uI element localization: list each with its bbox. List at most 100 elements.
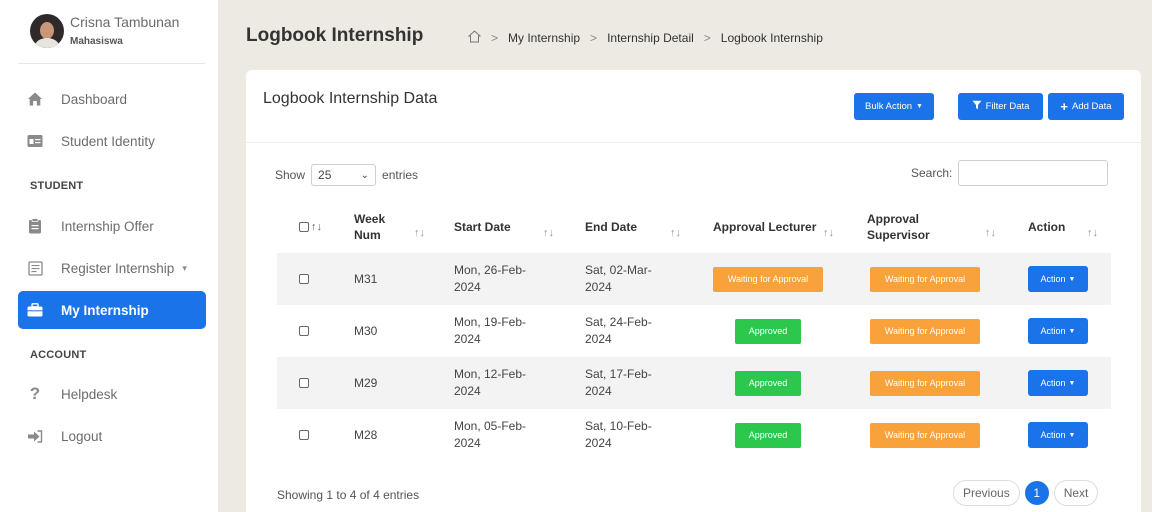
sidebar-item-label: Dashboard xyxy=(61,91,128,107)
previous-page-button[interactable]: Previous xyxy=(953,480,1020,506)
column-header-week-num[interactable]: Week Num xyxy=(354,200,385,253)
sidebar-item-logout[interactable]: Logout xyxy=(18,417,206,455)
table-row: M29 Mon, 12-Feb- 2024 Sat, 17-Feb- 2024 Ap… xyxy=(277,357,1111,409)
logbook-card: Logbook Internship Data Bulk Action ▼ Fi… xyxy=(246,70,1141,512)
breadcrumb-separator: > xyxy=(590,31,598,45)
row-checkbox[interactable] xyxy=(299,378,309,388)
breadcrumb-item[interactable]: My Internship xyxy=(508,31,580,45)
entries-length-control: Show 25 ⌄ entries xyxy=(275,164,418,186)
table-row: M31 Mon, 26-Feb- 2024 Sat, 02-Mar- 2024 Wa… xyxy=(277,253,1111,305)
sort-icon: ↑↓ xyxy=(414,227,425,239)
bulk-action-button[interactable]: Bulk Action ▼ xyxy=(854,93,934,120)
section-label-student: STUDENT xyxy=(30,180,84,192)
date-text: 2024 xyxy=(585,436,612,450)
end-date-cell: Sat, 17-Feb- 2024 xyxy=(585,357,652,409)
table-row: M30 Mon, 19-Feb- 2024 Sat, 24-Feb- 2024 Ap… xyxy=(277,305,1111,357)
status-badge: Approved xyxy=(735,422,801,448)
page-title: Logbook Internship xyxy=(246,25,424,46)
next-page-button[interactable]: Next xyxy=(1053,480,1099,506)
breadcrumb-item[interactable]: Internship Detail xyxy=(607,31,694,45)
sort-icon: ↑↓ xyxy=(985,227,996,239)
sidebar-item-label: Internship Offer xyxy=(61,218,154,234)
plus-icon: + xyxy=(1060,99,1068,114)
chevron-down-icon: ⌄ xyxy=(360,169,370,181)
status-badge: Waiting for Approval xyxy=(713,266,823,292)
end-date-cell: Sat, 24-Feb- 2024 xyxy=(585,305,652,357)
page-button-current[interactable]: 1 xyxy=(1024,481,1049,505)
logbook-table: ↑↓ Week Num ↑↓ Start Date ↑↓ End Date ↑↓… xyxy=(277,200,1111,461)
header-label: Num xyxy=(354,227,381,242)
sidebar-item-helpdesk[interactable]: ? Helpdesk xyxy=(18,375,206,413)
date-text: Sat, 24-Feb- xyxy=(585,315,652,329)
sidebar: Crisna Tambunan Mahasiswa Dashboard Stud… xyxy=(0,0,218,512)
select-all-checkbox-header[interactable]: ↑↓ xyxy=(299,200,322,253)
row-action-button[interactable]: Action ▼ xyxy=(1028,422,1088,448)
divider xyxy=(18,63,205,64)
home-icon[interactable] xyxy=(467,30,482,46)
form-icon xyxy=(26,259,44,277)
breadcrumb-separator: > xyxy=(703,31,711,45)
breadcrumb-separator: > xyxy=(491,31,499,45)
row-action-button[interactable]: Action ▼ xyxy=(1028,266,1088,292)
column-header-approval-supervisor[interactable]: Approval Supervisor xyxy=(867,200,930,253)
date-text: Sat, 10-Feb- xyxy=(585,419,652,433)
row-action-button[interactable]: Action ▼ xyxy=(1028,318,1088,344)
entries-label: entries xyxy=(382,168,419,182)
pagination: Previous 1 Next xyxy=(953,480,1099,506)
status-badge: Waiting for Approval xyxy=(870,266,980,292)
row-checkbox[interactable] xyxy=(299,274,309,284)
select-all-checkbox[interactable] xyxy=(299,221,309,232)
sidebar-item-student-identity[interactable]: Student Identity xyxy=(18,122,206,160)
start-date-cell: Mon, 05-Feb- 2024 xyxy=(454,409,526,461)
home-icon xyxy=(26,90,44,108)
search-input[interactable] xyxy=(958,160,1109,186)
start-date-cell: Mon, 19-Feb- 2024 xyxy=(454,305,526,357)
date-text: 2024 xyxy=(585,280,612,294)
end-date-cell: Sat, 10-Feb- 2024 xyxy=(585,409,652,461)
sidebar-item-label: Helpdesk xyxy=(61,386,118,402)
date-text: 2024 xyxy=(454,332,481,346)
column-header-end-date[interactable]: End Date xyxy=(585,200,637,253)
section-label-account: ACCOUNT xyxy=(30,349,87,361)
chevron-down-icon: ▼ xyxy=(1068,327,1076,335)
row-action-button[interactable]: Action ▼ xyxy=(1028,370,1088,396)
action-label: Action xyxy=(1040,429,1066,440)
header-label: Approval xyxy=(867,211,920,226)
sidebar-item-register-internship[interactable]: Register Internship ▾ xyxy=(18,249,206,287)
date-text: Sat, 02-Mar- xyxy=(585,263,652,277)
search-label: Search: xyxy=(911,166,953,180)
show-label: Show xyxy=(275,168,306,182)
row-checkbox[interactable] xyxy=(299,326,309,336)
id-card-icon xyxy=(26,132,44,150)
search-control: Search: xyxy=(911,160,1109,186)
row-checkbox[interactable] xyxy=(299,430,309,440)
sidebar-item-dashboard[interactable]: Dashboard xyxy=(18,80,206,118)
filter-data-button[interactable]: Filter Data xyxy=(958,93,1043,120)
entries-value: 25 xyxy=(318,168,332,182)
filter-data-label: Filter Data xyxy=(985,101,1030,112)
date-text: Mon, 19-Feb- xyxy=(454,315,527,329)
entries-select[interactable]: 25 ⌄ xyxy=(311,164,377,186)
user-profile[interactable]: Crisna Tambunan Mahasiswa xyxy=(30,6,210,56)
date-text: Mon, 26-Feb- xyxy=(454,263,527,277)
action-label: Action xyxy=(1040,273,1066,284)
sidebar-item-my-internship[interactable]: My Internship xyxy=(18,291,206,329)
chevron-down-icon: ▼ xyxy=(1068,431,1076,439)
sidebar-item-label: Logout xyxy=(61,428,103,444)
column-header-action[interactable]: Action xyxy=(1028,200,1065,253)
add-data-button[interactable]: + Add Data xyxy=(1048,93,1124,120)
status-badge: Approved xyxy=(735,370,801,396)
column-header-start-date[interactable]: Start Date xyxy=(454,200,511,253)
sidebar-item-internship-offer[interactable]: Internship Offer xyxy=(18,207,206,245)
date-text: 2024 xyxy=(585,332,612,346)
action-label: Action xyxy=(1040,377,1066,388)
chevron-down-icon: ▾ xyxy=(182,262,187,273)
date-text: Mon, 12-Feb- xyxy=(454,367,527,381)
column-header-approval-lecturer[interactable]: Approval Lecturer xyxy=(713,200,816,253)
briefcase-icon xyxy=(26,301,44,319)
user-role: Mahasiswa xyxy=(70,36,123,47)
chevron-down-icon: ▼ xyxy=(1068,379,1076,387)
table-info: Showing 1 to 4 of 4 entries xyxy=(277,488,420,502)
divider xyxy=(246,142,1141,143)
header-label: Week xyxy=(354,211,386,226)
